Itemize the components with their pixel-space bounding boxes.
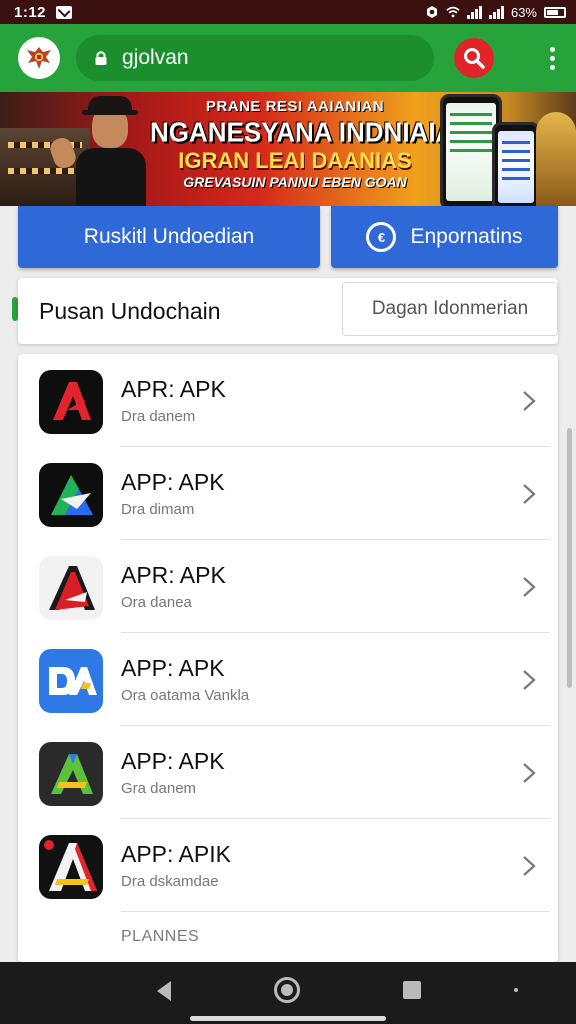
app-name: APP: APK [121, 655, 225, 681]
list-item[interactable]: APP: APK Dra dimam [18, 447, 558, 540]
menu-dot-icon [549, 64, 555, 70]
app-subtitle: Ora danea [121, 594, 192, 611]
info-button[interactable]: € Enpornatins [331, 206, 558, 268]
gesture-handle[interactable] [190, 1016, 386, 1021]
list-footer-label: PLANNES [121, 928, 200, 945]
dome-illustration [536, 112, 576, 206]
home-icon[interactable] [274, 977, 300, 1003]
nav-dot-icon [514, 988, 518, 992]
battery-percent: 63% [510, 4, 537, 20]
info-button-label: Enpornatins [410, 225, 523, 248]
primary-action-button[interactable]: Ruskitl Undoedian [18, 206, 320, 268]
presenter-illustration [47, 92, 150, 206]
settings-icon [426, 6, 437, 18]
overflow-menu-button[interactable] [542, 46, 562, 70]
battery-icon [544, 6, 566, 18]
phone-illustration-2 [492, 122, 540, 206]
banner-line-2: NGANESYANA INDNIAIASI [150, 116, 479, 148]
menu-dot-icon [549, 55, 555, 61]
lock-icon [95, 51, 107, 65]
url-bar[interactable]: gjolvan [76, 35, 434, 81]
app-subtitle: Dra danem [121, 408, 196, 425]
wifi-icon [446, 6, 460, 18]
list-item[interactable]: APP: APK Ora oatama Vankla [18, 633, 558, 726]
app-name: APR: APK [121, 376, 226, 402]
blue-da-icon [39, 649, 103, 713]
app-name: APR: APK [121, 562, 226, 588]
chevron-right-icon [523, 856, 536, 876]
signal-icon [466, 5, 482, 19]
search-button[interactable] [454, 38, 494, 78]
app-subtitle: Gra danem [121, 780, 197, 797]
emblem-graphic [27, 47, 51, 69]
search-icon [464, 48, 485, 69]
section-title: Pusan Undochain [39, 297, 221, 324]
list-item[interactable]: APP: APK Gra danem [18, 726, 558, 819]
green-blue-a-icon [39, 463, 103, 527]
chevron-right-icon [523, 670, 536, 690]
browser-toolbar: gjolvan [0, 24, 576, 92]
garuda-emblem-icon[interactable] [18, 37, 60, 79]
red-yellow-a-icon [39, 835, 103, 899]
banner-line-1: PRANE RESI AAIANIAN [205, 98, 385, 115]
white-red-a-icon [39, 556, 103, 620]
green-a-icon [39, 742, 103, 806]
status-icons: 63% [425, 5, 566, 20]
info-icon: € [366, 222, 397, 252]
app-subtitle: Dra dimam [121, 501, 195, 518]
app-subtitle: Ora oatama Vankla [121, 687, 250, 704]
chevron-right-icon [523, 577, 536, 597]
section-filter-label: Dagan Idonmerian [371, 298, 529, 319]
signal-icon-2 [488, 5, 504, 19]
chevron-right-icon [523, 484, 536, 504]
divider [121, 911, 550, 912]
url-text: gjolvan [122, 46, 189, 69]
list-item[interactable]: APP: APIK Dra dskamdae [18, 819, 558, 912]
recent-apps-icon[interactable] [403, 981, 421, 999]
gmail-notification-icon [56, 5, 73, 19]
menu-dot-icon [549, 46, 555, 52]
scrollbar[interactable] [567, 428, 572, 688]
status-bar: 1:12 63% [0, 0, 576, 24]
list-item[interactable]: APR: APK Ora danea [18, 540, 558, 633]
app-name: APP: APIK [121, 841, 231, 867]
promo-banner[interactable]: PRANE RESI AAIANIAN NGANESYANA INDNIAIAS… [0, 92, 576, 206]
status-time: 1:12 [14, 3, 47, 21]
red-a-icon [39, 370, 103, 434]
chevron-right-icon [523, 763, 536, 783]
primary-action-label: Ruskitl Undoedian [83, 225, 255, 248]
app-name: APP: APK [121, 469, 225, 495]
chevron-right-icon [523, 391, 536, 411]
app-list: APR: APK Dra danem APP: APK Dra dimam AP… [18, 354, 558, 962]
banner-line-3: IGRAN LEAI DAANIAS [178, 148, 412, 173]
banner-text: PRANE RESI AAIANIAN NGANESYANA INDNIAIAS… [150, 98, 479, 190]
banner-line-4: GREVASUIN PANNU EBEN GOAN [183, 174, 407, 190]
back-icon[interactable] [155, 980, 173, 1002]
list-item[interactable]: APR: APK Dra danem [18, 354, 558, 447]
system-nav-bar [0, 962, 576, 1024]
app-name: APP: APK [121, 748, 225, 774]
section-filter-button[interactable]: Dagan Idonmerian [342, 282, 558, 336]
section-header: Pusan Undochain Dagan Idonmerian [18, 278, 558, 344]
app-subtitle: Dra dskamdae [121, 873, 219, 890]
